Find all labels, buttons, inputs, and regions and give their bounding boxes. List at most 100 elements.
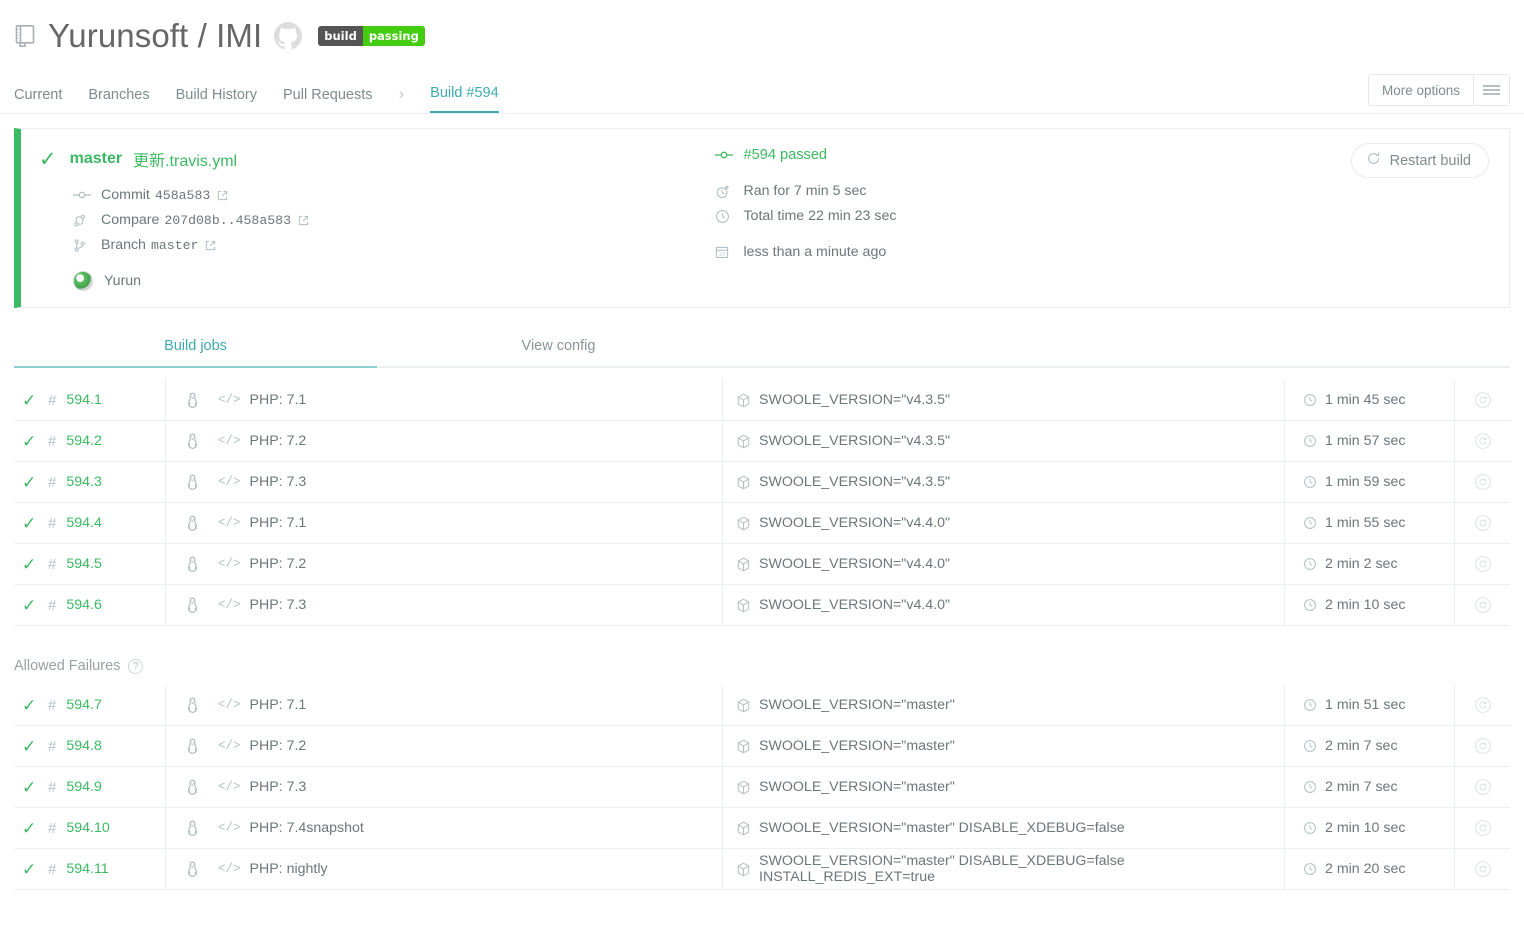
linux-penguin-icon — [166, 861, 218, 878]
job-number-cell[interactable]: #594.9 — [48, 767, 166, 807]
build-summary-left: ✓ master 更新.travis.yml Commit 458a583 Co… — [21, 147, 705, 291]
clock-icon — [1303, 780, 1317, 794]
job-duration: 1 min 45 sec — [1325, 392, 1406, 408]
job-restart-button[interactable] — [1455, 778, 1510, 796]
job-number-cell[interactable]: #594.10 — [48, 808, 166, 848]
commit-icon — [73, 189, 92, 201]
job-number-cell[interactable]: #594.7 — [48, 685, 166, 725]
job-restart-button[interactable] — [1455, 514, 1510, 532]
breadcrumb-current-build[interactable]: Build #594 — [430, 85, 499, 113]
ran-for-text: Ran for 7 min 5 sec — [743, 183, 867, 199]
job-restart-button[interactable] — [1455, 432, 1510, 450]
commit-message[interactable]: 更新.travis.yml — [133, 147, 237, 171]
job-language-cell: </> PHP: nightly — [218, 849, 723, 889]
job-restart-button[interactable] — [1455, 391, 1510, 409]
more-options-button[interactable]: More options — [1369, 75, 1473, 105]
job-duration: 1 min 57 sec — [1325, 433, 1406, 449]
branch-row[interactable]: Branch master — [73, 237, 705, 253]
job-env-cell: SWOOLE_VERSION="master" DISABLE_XDEBUG=f… — [723, 849, 1285, 889]
restart-build-button[interactable]: Restart build — [1350, 143, 1489, 178]
job-number: 594.11 — [66, 861, 109, 877]
job-duration-cell: 2 min 10 sec — [1285, 585, 1455, 625]
commit-row[interactable]: Commit 458a583 — [73, 187, 705, 203]
job-number-cell[interactable]: #594.2 — [48, 421, 166, 461]
github-octocat-icon[interactable] — [274, 22, 303, 50]
nav-tab-pull-requests[interactable]: Pull Requests — [283, 87, 372, 114]
job-language-cell: </> PHP: 7.2 — [218, 421, 723, 461]
job-restart-button[interactable] — [1455, 596, 1510, 614]
job-language: PHP: 7.3 — [249, 597, 307, 613]
external-link-icon[interactable] — [298, 215, 309, 226]
allowed-failures-label: Allowed Failures — [14, 658, 121, 674]
ran-for-row: Ran for 7 min 5 sec — [715, 183, 1509, 199]
external-link-icon[interactable] — [217, 190, 228, 201]
branch-name[interactable]: master — [70, 150, 122, 168]
external-link-icon[interactable] — [205, 240, 216, 251]
finished-at-text: less than a minute ago — [743, 244, 887, 260]
check-icon: ✓ — [39, 147, 57, 171]
job-number-cell[interactable]: #594.1 — [48, 380, 166, 420]
job-state: ✓ — [14, 556, 48, 573]
table-row[interactable]: ✓ #594.5 </> PHP: 7.2 SWOOLE_VERSION="v4.4.0… — [14, 544, 1510, 585]
job-language: PHP: 7.3 — [249, 474, 307, 490]
code-icon: </> — [218, 698, 241, 712]
package-cube-icon — [737, 393, 750, 408]
nav-tab-current[interactable]: Current — [14, 87, 62, 114]
job-env-cell: SWOOLE_VERSION="v4.4.0" — [723, 503, 1285, 543]
compare-row[interactable]: Compare 207d08b..458a583 — [73, 212, 705, 228]
job-number-cell[interactable]: #594.5 — [48, 544, 166, 584]
job-env-cell: SWOOLE_VERSION="master" — [723, 767, 1285, 807]
job-env-cell: SWOOLE_VERSION="v4.4.0" — [723, 544, 1285, 584]
hamburger-menu-icon[interactable] — [1473, 75, 1509, 105]
check-icon: ✓ — [22, 390, 37, 410]
help-icon[interactable]: ? — [128, 658, 144, 674]
job-number-cell[interactable]: #594.6 — [48, 585, 166, 625]
job-language: PHP: 7.2 — [249, 433, 307, 449]
package-cube-icon — [737, 780, 750, 795]
table-row[interactable]: ✓ #594.1 </> PHP: 7.1 SWOOLE_VERSION="v4.3.5… — [14, 380, 1510, 421]
table-row[interactable]: ✓ #594.7 </> PHP: 7.1 SWOOLE_VERSION="master… — [14, 685, 1510, 726]
job-number-cell[interactable]: #594.3 — [48, 462, 166, 502]
code-icon: </> — [218, 739, 241, 753]
job-restart-button[interactable] — [1455, 860, 1510, 878]
job-language: PHP: 7.1 — [249, 515, 307, 531]
clock-icon — [1303, 434, 1317, 448]
table-row[interactable]: ✓ #594.4 </> PHP: 7.1 SWOOLE_VERSION="v4.4.0… — [14, 503, 1510, 544]
chevron-right-icon: › — [398, 84, 405, 103]
nav-tab-build-history[interactable]: Build History — [176, 87, 257, 114]
table-row[interactable]: ✓ #594.11 </> PHP: nightly SWOOLE_VERSION="m… — [14, 849, 1510, 890]
nav-tab-branches[interactable]: Branches — [88, 87, 149, 114]
job-number-cell[interactable]: #594.11 — [48, 849, 166, 889]
more-options-group: More options — [1367, 74, 1510, 106]
table-row[interactable]: ✓ #594.2 </> PHP: 7.2 SWOOLE_VERSION="v4.3.5… — [14, 421, 1510, 462]
table-row[interactable]: ✓ #594.3 </> PHP: 7.3 SWOOLE_VERSION="v4.3.5… — [14, 462, 1510, 503]
table-row[interactable]: ✓ #594.10 </> PHP: 7.4snapshot SWOOLE_VERSIO… — [14, 808, 1510, 849]
job-restart-button[interactable] — [1455, 473, 1510, 491]
tab-view-config[interactable]: View config — [377, 338, 740, 368]
job-restart-button[interactable] — [1455, 696, 1510, 714]
job-restart-button[interactable] — [1455, 737, 1510, 755]
job-language-cell: </> PHP: 7.3 — [218, 462, 723, 502]
table-row[interactable]: ✓ #594.6 </> PHP: 7.3 SWOOLE_VERSION="v4.4.0… — [14, 585, 1510, 626]
linux-penguin-icon — [166, 515, 218, 532]
table-row[interactable]: ✓ #594.9 </> PHP: 7.3 SWOOLE_VERSION="master… — [14, 767, 1510, 808]
job-env-cell: SWOOLE_VERSION="master" DISABLE_XDEBUG=f… — [723, 808, 1285, 848]
job-number-cell[interactable]: #594.8 — [48, 726, 166, 766]
job-env: SWOOLE_VERSION="v4.4.0" — [759, 556, 951, 572]
tab-build-jobs[interactable]: Build jobs — [14, 338, 377, 368]
total-time-text: Total time 22 min 23 sec — [743, 208, 897, 224]
job-number-cell[interactable]: #594.4 — [48, 503, 166, 543]
job-language: PHP: 7.2 — [249, 556, 307, 572]
job-language: PHP: 7.4snapshot — [249, 820, 364, 836]
clock-icon — [1303, 862, 1317, 876]
commit-sha: 458a583 — [154, 187, 211, 203]
clock-icon — [1303, 516, 1317, 530]
job-restart-button[interactable] — [1455, 819, 1510, 837]
build-summary-card: ✓ master 更新.travis.yml Commit 458a583 Co… — [14, 128, 1510, 308]
code-icon: </> — [218, 516, 241, 530]
job-language: PHP: 7.1 — [249, 392, 307, 408]
job-duration-cell: 2 min 2 sec — [1285, 544, 1455, 584]
table-row[interactable]: ✓ #594.8 </> PHP: 7.2 SWOOLE_VERSION="master… — [14, 726, 1510, 767]
clock-icon — [1303, 739, 1317, 753]
job-restart-button[interactable] — [1455, 555, 1510, 573]
